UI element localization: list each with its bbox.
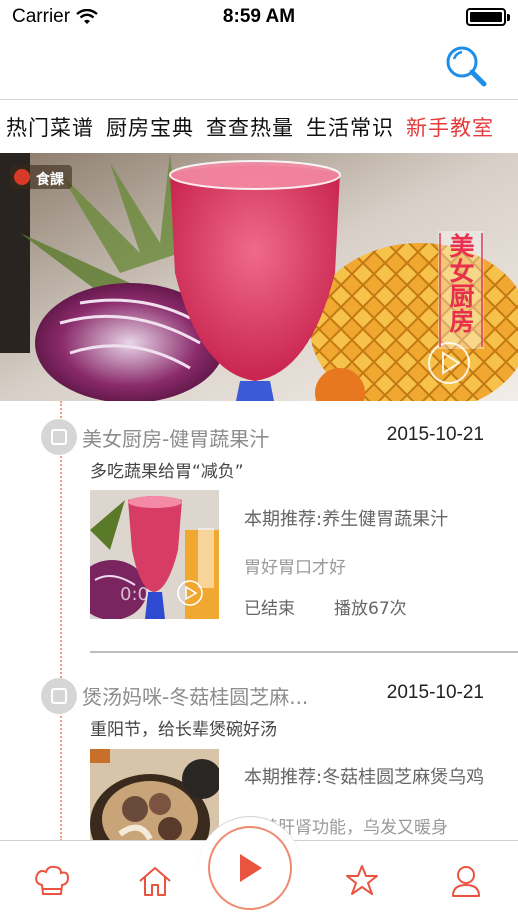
thumbnail-image: 0:0 [90,490,219,619]
feed-item[interactable]: 煲汤妈咪-冬菇桂圆芝麻... 2015-10-21 重阳节，给长辈煲碗好汤 本期… [0,661,518,841]
tab-calorie-check[interactable]: 查查热量 [206,112,294,142]
item-description: 胃好胃口才好 [244,558,346,578]
tab-home[interactable] [125,841,185,920]
battery-icon [466,8,510,26]
tab-favorites[interactable] [332,841,392,920]
banner-image [0,153,518,401]
tab-popular-recipes[interactable]: 热门菜谱 [6,112,94,142]
item-recommendation: 本期推荐:冬菇桂圆芝麻煲乌鸡 [244,767,485,788]
chef-hat-icon [35,865,70,895]
carrier-label: Carrier [12,6,71,27]
status-bar: Carrier 8:59 AM [0,0,518,34]
tab-kitchen-guide[interactable]: 厨房宝典 [106,112,194,142]
featured-banner[interactable]: 食課 美女厨房 [0,153,518,401]
item-title[interactable]: 美女厨房-健胃蔬果汁 [82,423,269,452]
thumbnail-image [90,749,219,841]
item-subtitle: 多吃蔬果给胃“减负” [90,462,244,482]
item-recommendation: 本期推荐:养生健胃蔬果汁 [244,509,449,530]
search-button[interactable] [444,44,488,88]
item-thumbnail[interactable]: 0:0 [90,490,219,619]
status-left: Carrier [12,6,98,28]
item-status: 已结束 [244,599,295,619]
play-button[interactable] [208,826,292,910]
item-title[interactable]: 煲汤妈咪-冬菇桂圆芝麻... [82,681,308,710]
user-icon [452,866,480,897]
item-play-count: 播放67次 [334,599,407,619]
tab-recipes[interactable] [22,841,82,920]
item-thumbnail[interactable] [90,749,219,841]
timeline-dot-icon [41,419,77,455]
item-date: 2015-10-21 [386,682,484,703]
svg-text:0:0: 0:0 [120,584,149,605]
tab-beginner-class[interactable]: 新手教室 [406,112,494,142]
video-feed: 美女厨房-健胃蔬果汁 2015-10-21 多吃蔬果给胃“减负” 0:0 本期推… [0,401,518,841]
home-icon [139,867,171,896]
item-date: 2015-10-21 [386,424,484,445]
play-icon [240,854,262,882]
item-divider [90,651,518,653]
tab-profile[interactable] [436,841,496,920]
category-tabs: 热门菜谱 厨房宝典 查查热量 生活常识 新手教室 [0,101,518,153]
item-subtitle: 重阳节，给长辈煲碗好汤 [90,720,277,740]
search-icon [446,46,487,87]
nav-bar [0,34,518,100]
banner-logo: 食課 [36,172,64,188]
feed-item[interactable]: 美女厨房-健胃蔬果汁 2015-10-21 多吃蔬果给胃“减负” 0:0 本期推… [0,401,518,661]
banner-show-label: 美女厨房 [446,233,475,333]
tab-life-tips[interactable]: 生活常识 [306,112,394,142]
timeline-dot-icon [41,678,77,714]
wifi-icon [76,9,98,24]
star-icon [346,865,378,895]
